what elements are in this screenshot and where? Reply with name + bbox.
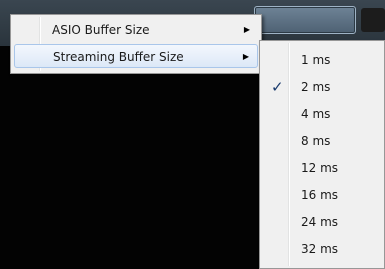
menu-item-label: Streaming Buffer Size (53, 50, 184, 64)
submenu-item-label: 32 ms (301, 242, 339, 256)
submenu-item-label: 4 ms (301, 107, 331, 121)
submenu-item-label: 8 ms (301, 134, 331, 148)
submenu-item-label: 1 ms (301, 53, 331, 67)
submenu-item-12ms[interactable]: 12 ms (263, 155, 381, 181)
submenu-arrow-icon: ▶ (242, 52, 249, 61)
submenu-item-8ms[interactable]: 8 ms (263, 128, 381, 154)
submenu-item-label: 24 ms (301, 215, 339, 229)
submenu-item-16ms[interactable]: 16 ms (263, 182, 381, 208)
toolbar-field[interactable] (254, 6, 356, 34)
submenu-arrow-icon: ▶ (243, 25, 250, 34)
submenu-item-1ms[interactable]: 1 ms (263, 47, 381, 73)
submenu-item-4ms[interactable]: 4 ms (263, 101, 381, 127)
submenu-item-24ms[interactable]: 24 ms (263, 209, 381, 235)
context-menu: ASIO Buffer Size ▶ Streaming Buffer Size… (10, 14, 262, 74)
menu-item-streaming-buffer-size[interactable]: Streaming Buffer Size ▶ (14, 44, 258, 68)
submenu-item-label: 2 ms (301, 80, 331, 94)
toolbar-control[interactable] (361, 8, 385, 32)
submenu-item-2ms[interactable]: ✓ 2 ms (263, 74, 381, 100)
menu-item-asio-buffer-size[interactable]: ASIO Buffer Size ▶ (14, 18, 258, 42)
streaming-buffer-size-submenu: 1 ms ✓ 2 ms 4 ms 8 ms 12 ms 16 ms 24 ms … (259, 40, 385, 269)
submenu-item-label: 12 ms (301, 161, 339, 175)
submenu-item-32ms[interactable]: 32 ms (263, 236, 381, 262)
submenu-item-label: 16 ms (301, 188, 339, 202)
checkmark-icon: ✓ (271, 78, 284, 96)
menu-item-label: ASIO Buffer Size (52, 23, 150, 37)
